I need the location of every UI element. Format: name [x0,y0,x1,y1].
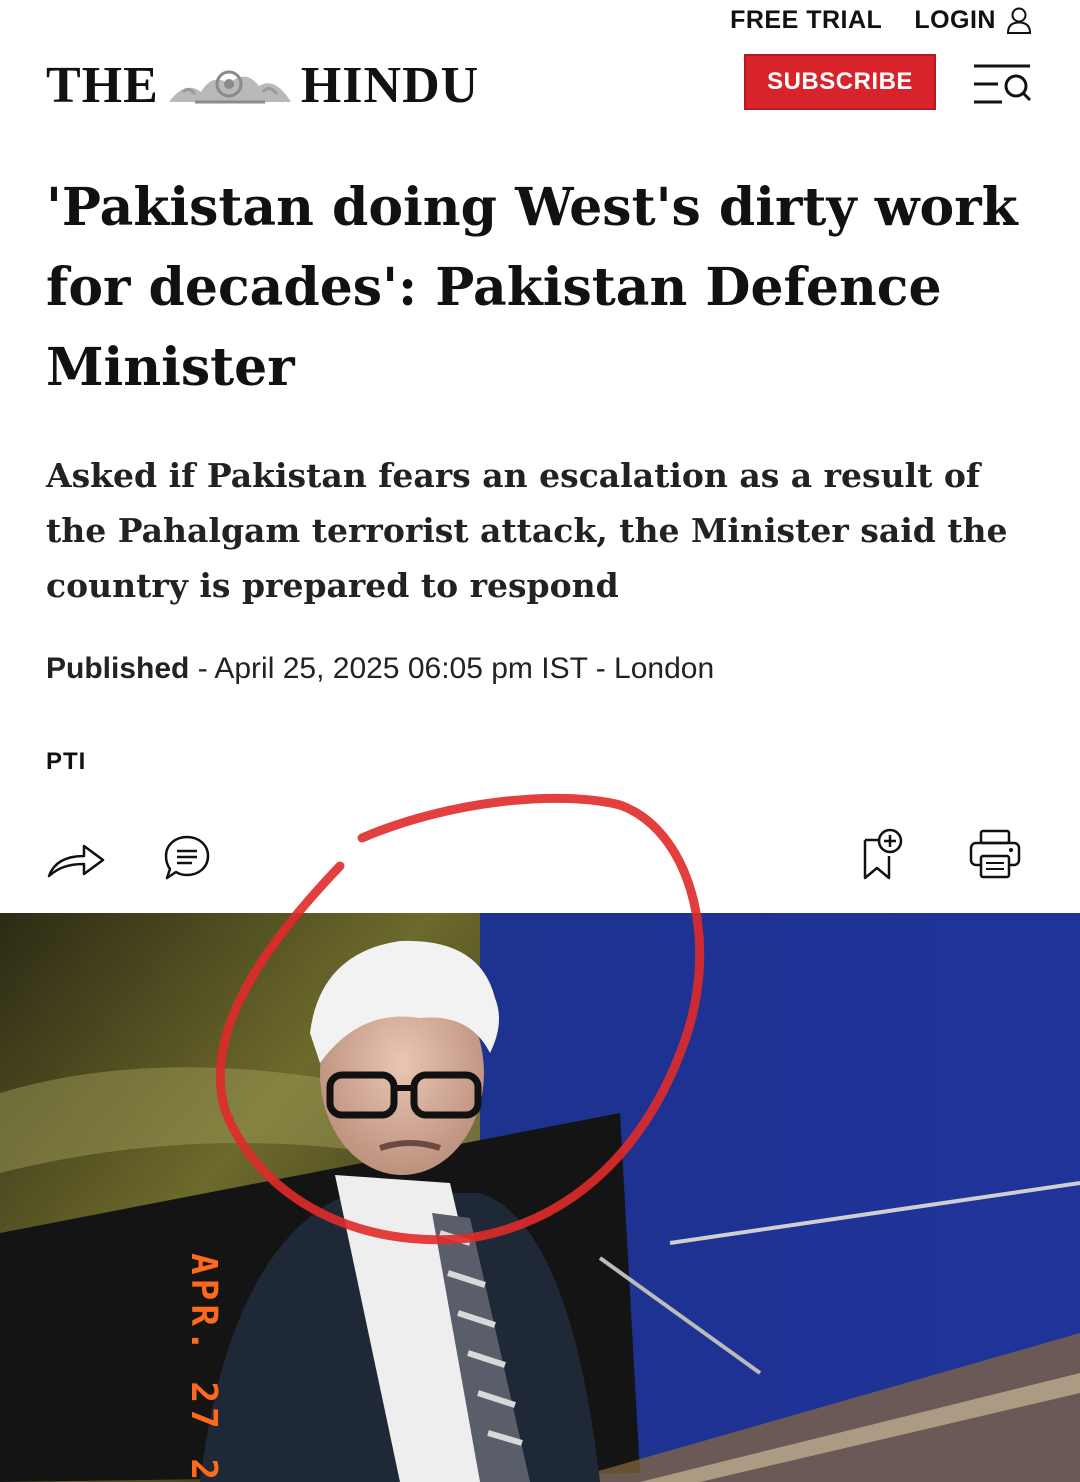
article-hero-photo: APR. 27 2 [0,913,1080,1482]
top-bar: FREE TRIAL LOGIN [730,0,1032,40]
free-trial-link[interactable]: FREE TRIAL [730,6,882,35]
bookmark-add-icon[interactable] [860,826,906,882]
comment-icon[interactable] [162,834,212,882]
share-icon[interactable] [46,840,106,880]
photo-date-stamp: APR. 27 2 [183,1253,224,1482]
masthead: THE HINDU SUBSCRIBE [46,50,1032,122]
hero-photo-illustration [0,913,1080,1482]
subscribe-button[interactable]: SUBSCRIBE [744,54,936,110]
search-menu-icon[interactable] [972,62,1032,106]
emblem-icon [168,70,291,103]
print-icon[interactable] [968,828,1022,880]
user-icon [1006,7,1032,34]
login-label: LOGIN [914,5,996,34]
published-date-location: - April 25, 2025 06:05 pm IST - London [189,652,715,685]
article-headline: 'Pakistan doing West's dirty work for de… [46,177,1018,398]
logo-word-the: THE [46,57,159,114]
login-link[interactable]: LOGIN [914,6,1032,35]
published-dateline: Published - April 25, 2025 06:05 pm IST … [46,652,714,686]
article-action-bar [0,820,1080,892]
published-label: Published [46,652,190,685]
the-hindu-logo[interactable]: THE HINDU [46,56,479,115]
byline-author[interactable]: PTI [46,748,86,776]
logo-word-hindu: HINDU [300,57,480,114]
article-standfirst: Asked if Pakistan fears an escalation as… [46,456,1008,605]
